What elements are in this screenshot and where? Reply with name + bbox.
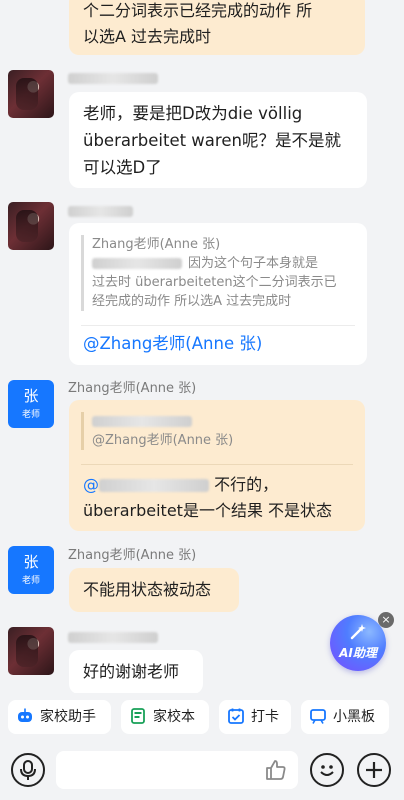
quote-text: 经完成的动作 所以选A 过去完成时 — [92, 294, 292, 309]
sender-name: Zhang老师(Anne 张) — [68, 548, 197, 563]
quick-chip-assistant[interactable]: 家校助手 — [8, 700, 111, 734]
divider — [81, 464, 353, 465]
voice-button[interactable] — [11, 753, 45, 787]
quote-text: @Zhang老师(Anne 张) — [92, 433, 234, 448]
message-text: @ 不行的， — [83, 475, 279, 494]
message-input[interactable] — [56, 751, 298, 789]
message-text: 老师，要是把D改为die völlig — [83, 104, 303, 123]
message-text: 不能用状态被动态 — [83, 580, 212, 599]
quote-author: Zhang老师(Anne 张) — [92, 237, 221, 252]
notebook-icon — [129, 704, 147, 724]
robot-icon — [16, 704, 34, 722]
message-text: 个二分词表示已经完成的动作 所 — [83, 1, 313, 20]
avatar[interactable] — [8, 70, 54, 118]
quoted-message[interactable]: Zhang老师(Anne 张) 因为这个句子本身就是 过去时 überarbei… — [81, 235, 355, 311]
message-text: überarbeitet是一个结果 不是状态 — [83, 501, 333, 520]
emoji-button[interactable] — [310, 753, 344, 787]
message-text: 好的谢谢老师 — [83, 662, 180, 681]
add-button[interactable] — [357, 753, 391, 787]
avatar[interactable] — [8, 627, 54, 675]
quoted-message[interactable]: @Zhang老师(Anne 张) — [81, 412, 353, 450]
magic-wand-icon — [330, 623, 386, 646]
mention-link[interactable]: @Zhang老师(Anne 张) — [83, 331, 262, 357]
avatar[interactable] — [8, 202, 54, 250]
divider — [81, 325, 355, 326]
message-bubble[interactable]: 个二分词表示已经完成的动作 所 以选A 过去完成时 — [69, 0, 365, 55]
close-icon[interactable]: × — [378, 612, 394, 628]
sender-name-blurred — [68, 630, 158, 646]
sender-name-blurred — [68, 204, 133, 220]
message-bubble[interactable]: 好的谢谢老师 — [69, 650, 203, 693]
emoji-icon — [320, 765, 334, 776]
checkin-icon — [227, 704, 245, 724]
thumbs-up-icon[interactable] — [264, 758, 288, 782]
message-bubble[interactable]: 老师，要是把D改为die völlig überarbeitet waren呢？… — [69, 92, 367, 188]
plus-icon — [366, 762, 382, 778]
sender-name-blurred — [68, 71, 158, 87]
quick-action-bar: 家校助手 家校本 打卡 小黑板 — [0, 695, 404, 739]
teacher-avatar[interactable]: 张 老师 — [8, 546, 54, 594]
quote-text: 过去时 überarbeiteten这个二分词表示已 — [92, 275, 337, 290]
quick-chip-notebook[interactable]: 家校本 — [121, 700, 209, 734]
ai-assistant-button[interactable]: AI助理 — [330, 615, 386, 671]
quote-text — [92, 412, 353, 431]
quick-chip-blackboard[interactable]: 小黑板 — [301, 700, 389, 734]
message-text: überarbeitet waren呢？是不是就 — [83, 131, 341, 150]
teacher-avatar[interactable]: 张 老师 — [8, 380, 54, 428]
blackboard-icon — [309, 704, 327, 724]
message-bubble[interactable]: @Zhang老师(Anne 张) @ 不行的， überarbeitet是一个结… — [69, 400, 365, 531]
microphone-icon — [20, 760, 36, 780]
message-text: 以选A 过去完成时 — [83, 27, 212, 46]
input-bar — [0, 742, 404, 800]
mention-link[interactable]: @ — [83, 475, 209, 494]
message-text: 可以选D了 — [83, 158, 162, 177]
message-bubble[interactable]: 不能用状态被动态 — [69, 568, 239, 612]
quote-text: 因为这个句子本身就是 — [92, 254, 355, 273]
quick-chip-checkin[interactable]: 打卡 — [219, 700, 291, 734]
message-bubble[interactable]: Zhang老师(Anne 张) 因为这个句子本身就是 过去时 überarbei… — [69, 223, 367, 365]
sender-name: Zhang老师(Anne 张) — [68, 381, 197, 396]
chat-area[interactable]: 个二分词表示已经完成的动作 所 以选A 过去完成时 老师，要是把D改为die v… — [0, 0, 404, 693]
